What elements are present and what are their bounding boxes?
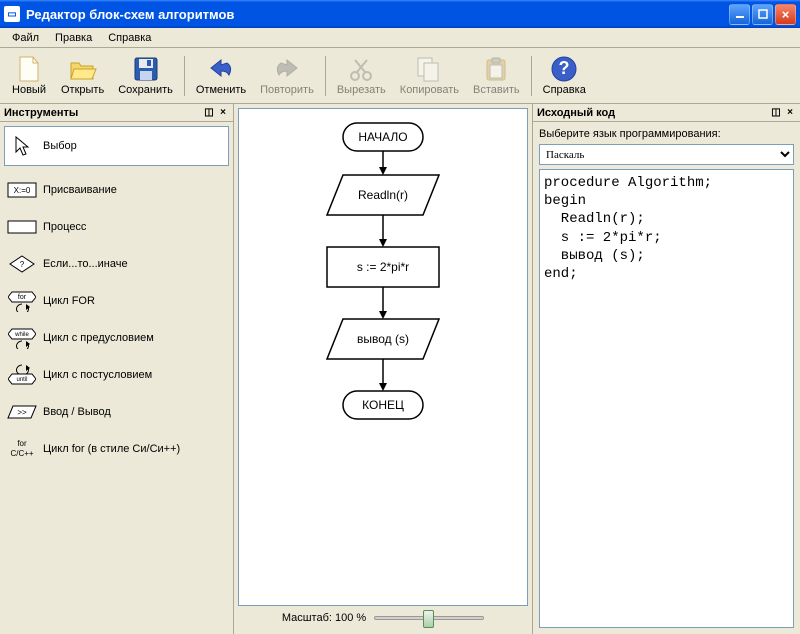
- tool-process[interactable]: Процесс: [4, 214, 229, 240]
- minimize-button[interactable]: [729, 4, 750, 25]
- svg-text:КОНЕЦ: КОНЕЦ: [362, 398, 404, 412]
- svg-text:s := 2*pi*r: s := 2*pi*r: [357, 260, 409, 274]
- panel-pin-icon[interactable]: ◫: [770, 107, 782, 119]
- svg-text:?: ?: [559, 58, 570, 78]
- new-button[interactable]: Новый: [4, 50, 54, 102]
- tool-label: Цикл for (в стиле Си/Си++): [43, 443, 180, 455]
- tool-if[interactable]: ? Если...то...иначе: [4, 251, 229, 277]
- app-icon: ▭: [4, 6, 20, 22]
- toolbar: Новый Открыть Сохранить Отменить Повтори…: [0, 48, 800, 104]
- tool-label: Цикл с предусловием: [43, 332, 154, 344]
- tool-label: Присваивание: [43, 184, 117, 196]
- language-label: Выберите язык программирования:: [539, 128, 794, 140]
- io-icon: >>: [7, 401, 37, 423]
- svg-text:while: while: [14, 332, 29, 338]
- save-button[interactable]: Сохранить: [111, 50, 180, 102]
- process-icon: [7, 216, 37, 238]
- scissors-icon: [347, 55, 375, 83]
- tool-select[interactable]: Выбор: [4, 126, 229, 166]
- redo-button[interactable]: Повторить: [253, 50, 321, 102]
- tools-panel-title: Инструменты: [4, 107, 201, 119]
- code-panel: Исходный код ◫ × Выберите язык программи…: [532, 104, 800, 634]
- paste-button[interactable]: Вставить: [466, 50, 527, 102]
- undo-button[interactable]: Отменить: [189, 50, 253, 102]
- new-file-icon: [15, 55, 43, 83]
- while-icon: while: [7, 327, 37, 349]
- tool-while[interactable]: while Цикл с предусловием: [4, 325, 229, 351]
- tool-label: Цикл с постусловием: [43, 369, 152, 381]
- open-button[interactable]: Открыть: [54, 50, 111, 102]
- tools-panel: Инструменты ◫ × Выбор X:=0 Присваивание …: [0, 104, 234, 634]
- panel-pin-icon[interactable]: ◫: [203, 107, 215, 119]
- svg-text:until: until: [16, 377, 27, 383]
- svg-text:Readln(r): Readln(r): [358, 188, 408, 202]
- toolbar-separator: [325, 56, 326, 96]
- svg-text:C/C++: C/C++: [10, 449, 33, 458]
- svg-text:вывод (s): вывод (s): [357, 332, 409, 346]
- svg-text:X:=0: X:=0: [14, 186, 31, 195]
- tool-label: Цикл FOR: [43, 295, 95, 307]
- tool-label: Выбор: [43, 140, 77, 152]
- until-icon: until: [7, 364, 37, 386]
- tool-for[interactable]: for Цикл FOR: [4, 288, 229, 314]
- tool-cfor[interactable]: forC/C++ Цикл for (в стиле Си/Си++): [4, 436, 229, 462]
- svg-text:for: for: [17, 439, 27, 448]
- toolbar-separator: [184, 56, 185, 96]
- zoom-bar: Масштаб: 100 %: [238, 606, 528, 630]
- canvas-panel: НАЧАЛО Readln(r) s := 2*pi*r вывод (s) К…: [234, 104, 532, 634]
- menu-file[interactable]: Файл: [4, 30, 47, 46]
- cursor-icon: [7, 135, 37, 157]
- help-icon: ?: [550, 55, 578, 83]
- zoom-slider[interactable]: [374, 616, 484, 620]
- close-button[interactable]: ×: [775, 4, 796, 25]
- assign-icon: X:=0: [7, 179, 37, 201]
- code-panel-title: Исходный код: [537, 107, 768, 119]
- menu-help[interactable]: Справка: [100, 30, 159, 46]
- save-disk-icon: [132, 55, 160, 83]
- panel-close-icon[interactable]: ×: [217, 107, 229, 119]
- zoom-slider-thumb[interactable]: [423, 610, 434, 628]
- cut-button[interactable]: Вырезать: [330, 50, 393, 102]
- for-icon: for: [7, 290, 37, 312]
- source-code[interactable]: procedure Algorithm; begin Readln(r); s …: [539, 169, 794, 628]
- maximize-button[interactable]: [752, 4, 773, 25]
- paste-icon: [482, 55, 510, 83]
- svg-text:?: ?: [20, 260, 25, 269]
- redo-icon: [273, 55, 301, 83]
- copy-button[interactable]: Копировать: [393, 50, 466, 102]
- flowchart-canvas[interactable]: НАЧАЛО Readln(r) s := 2*pi*r вывод (s) К…: [238, 108, 528, 606]
- tool-label: Процесс: [43, 221, 86, 233]
- titlebar: ▭ Редактор блок-схем алгоритмов ×: [0, 0, 800, 28]
- help-button[interactable]: ? Справка: [536, 50, 593, 102]
- svg-text:for: for: [18, 294, 27, 301]
- open-folder-icon: [69, 55, 97, 83]
- tool-until[interactable]: until Цикл с постусловием: [4, 362, 229, 388]
- zoom-label: Масштаб: 100 %: [282, 612, 366, 624]
- diamond-icon: ?: [7, 253, 37, 275]
- tool-assign[interactable]: X:=0 Присваивание: [4, 177, 229, 203]
- menu-edit[interactable]: Правка: [47, 30, 100, 46]
- svg-text:>>: >>: [17, 408, 27, 417]
- cfor-icon: forC/C++: [7, 438, 37, 460]
- svg-text:НАЧАЛО: НАЧАЛО: [358, 130, 407, 144]
- undo-icon: [207, 55, 235, 83]
- copy-icon: [415, 55, 443, 83]
- tool-io[interactable]: >> Ввод / Вывод: [4, 399, 229, 425]
- panel-close-icon[interactable]: ×: [784, 107, 796, 119]
- menubar: Файл Правка Справка: [0, 28, 800, 48]
- window-title: Редактор блок-схем алгоритмов: [26, 7, 729, 22]
- language-select[interactable]: Паскаль: [539, 144, 794, 165]
- tool-label: Если...то...иначе: [43, 258, 128, 270]
- tool-label: Ввод / Вывод: [43, 406, 111, 418]
- toolbar-separator: [531, 56, 532, 96]
